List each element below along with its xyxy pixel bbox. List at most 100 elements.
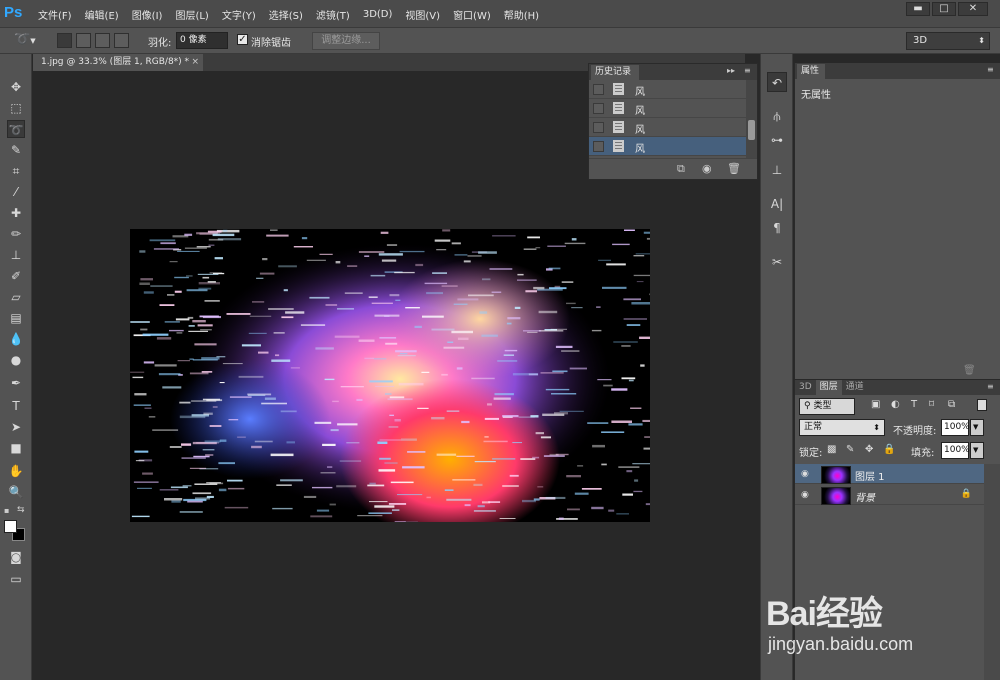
fill-input[interactable]: 100%	[941, 442, 970, 459]
dodge-tool-icon[interactable]: ●	[7, 351, 25, 369]
fill-dropdown[interactable]: ▼	[970, 442, 984, 459]
filter-toggle-switch[interactable]	[977, 399, 987, 411]
move-tool-icon[interactable]: ✥	[7, 78, 25, 96]
character-icon[interactable]: A|	[767, 194, 787, 214]
history-item[interactable]: 风	[589, 80, 746, 99]
maximize-button[interactable]: □	[932, 2, 956, 16]
brush-tool-icon[interactable]: ✏	[7, 225, 25, 243]
tab-3d[interactable]: 3D	[795, 380, 816, 395]
panel-menu-icon[interactable]: ≡	[987, 65, 994, 74]
visibility-eye-icon[interactable]: ◉	[801, 490, 809, 500]
gradient-tool-icon[interactable]: ▤	[7, 309, 25, 327]
tab-layers[interactable]: 图层	[815, 380, 842, 395]
history-item-current[interactable]: 风	[589, 137, 746, 156]
lasso-preset-picker[interactable]: ➰▼	[14, 30, 48, 50]
brush-preset-icon[interactable]: ⫛	[767, 106, 787, 126]
new-selection-mode-button[interactable]	[57, 33, 72, 48]
filter-adjustment-icon[interactable]: ◐	[891, 399, 900, 410]
clone-stamp-tool-icon[interactable]: ⊥	[7, 246, 25, 264]
blur-tool-icon[interactable]: 💧	[7, 330, 25, 348]
close-icon[interactable]: ×	[191, 54, 199, 71]
eyedropper-tool-icon[interactable]: ⁄	[7, 183, 25, 201]
screen-mode-icon[interactable]: ▭	[7, 570, 25, 588]
menu-3d[interactable]: 3D(D)	[363, 9, 393, 20]
history-snapshot-checkbox[interactable]	[593, 141, 604, 152]
visibility-eye-icon[interactable]: ◉	[801, 469, 809, 479]
close-button[interactable]: ✕	[958, 2, 988, 16]
document-tab[interactable]: 1.jpg @ 33.3% (图层 1, RGB/8*) * ×	[33, 54, 203, 71]
menu-select[interactable]: 选择(S)	[269, 7, 303, 22]
panel-menu-icon[interactable]: ≡	[744, 66, 751, 75]
history-panel-icon[interactable]: ↶	[767, 72, 787, 92]
history-scrollbar[interactable]	[746, 80, 757, 158]
refine-edge-button[interactable]: 调整边缘...	[312, 32, 380, 50]
eraser-tool-icon[interactable]: ▱	[7, 288, 25, 306]
filter-type-icon[interactable]: T	[911, 399, 917, 410]
lasso-tool-icon[interactable]: ➰	[7, 120, 25, 138]
path-select-tool-icon[interactable]: ➤	[7, 418, 25, 436]
history-snapshot-checkbox[interactable]	[593, 84, 604, 95]
add-to-selection-button[interactable]	[76, 33, 91, 48]
hand-tool-icon[interactable]: ✋	[7, 462, 25, 480]
layers-scrollbar[interactable]	[984, 464, 1000, 680]
panel-collapse-icon[interactable]: ▸▸	[727, 66, 735, 75]
history-item[interactable]: 风	[589, 99, 746, 118]
paragraph-icon[interactable]: ¶	[767, 218, 787, 238]
document-image[interactable]	[130, 229, 650, 522]
marquee-tool-icon[interactable]: ⬚	[7, 99, 25, 117]
scrollbar-thumb[interactable]	[748, 120, 755, 140]
new-document-from-state-icon[interactable]: ⧉	[677, 162, 685, 176]
filter-smart-object-icon[interactable]: ⧉	[948, 399, 955, 410]
layer-filter-kind-select[interactable]: ⚲ 类型	[799, 398, 855, 415]
lock-all-icon[interactable]: 🔒	[883, 444, 895, 455]
intersect-selection-button[interactable]	[114, 33, 129, 48]
menu-filter[interactable]: 滤镜(T)	[316, 7, 350, 22]
menu-layer[interactable]: 图层(L)	[175, 7, 208, 22]
layer-row[interactable]: ◉ 图层 1	[795, 464, 984, 484]
lock-image-icon[interactable]: ✎	[846, 444, 854, 455]
history-brush-tool-icon[interactable]: ✐	[7, 267, 25, 285]
menu-window[interactable]: 窗口(W)	[453, 7, 491, 22]
tool-presets-icon[interactable]: ✂	[767, 252, 787, 272]
camera-icon[interactable]: ◉	[702, 162, 712, 175]
lock-transparent-icon[interactable]: ▩	[827, 444, 836, 455]
lock-position-icon[interactable]: ✥	[865, 444, 873, 455]
foreground-color-swatch[interactable]	[4, 520, 17, 533]
shape-tool-icon[interactable]: ■	[7, 439, 25, 457]
feather-input[interactable]: 0 像素	[176, 32, 228, 49]
blend-mode-select[interactable]: 正常 ⬍	[799, 419, 885, 436]
properties-tab[interactable]: 属性	[797, 64, 825, 79]
crop-tool-icon[interactable]: ⌗	[7, 162, 25, 180]
quick-mask-icon[interactable]: ◙	[7, 548, 25, 566]
type-tool-icon[interactable]: T	[7, 397, 25, 415]
menu-edit[interactable]: 编辑(E)	[85, 7, 119, 22]
opacity-dropdown[interactable]: ▼	[970, 419, 984, 436]
trash-icon[interactable]: 🗑	[727, 162, 741, 175]
tab-channels[interactable]: 通道	[842, 380, 868, 395]
history-tab[interactable]: 历史记录	[591, 65, 639, 80]
panel-menu-icon[interactable]: ≡	[987, 382, 994, 391]
zoom-tool-icon[interactable]: 🔍	[7, 483, 25, 501]
filter-shape-icon[interactable]: ⌑	[929, 399, 934, 410]
antialias-checkbox[interactable]: ✓	[237, 34, 248, 45]
clone-source-icon[interactable]: ⊥	[767, 160, 787, 180]
trash-icon[interactable]: 🗑	[963, 365, 976, 376]
menu-image[interactable]: 图像(I)	[132, 7, 163, 22]
history-snapshot-checkbox[interactable]	[593, 122, 604, 133]
healing-brush-tool-icon[interactable]: ✚	[7, 204, 25, 222]
filter-pixel-icon[interactable]: ▣	[871, 399, 880, 410]
opacity-input[interactable]: 100%	[941, 419, 970, 436]
history-item[interactable]: 风	[589, 118, 746, 137]
default-colors-icon[interactable]: ▪	[4, 506, 14, 516]
menu-file[interactable]: 文件(F)	[38, 7, 72, 22]
layer-row[interactable]: ◉ 背景 🔒	[795, 485, 984, 505]
history-snapshot-checkbox[interactable]	[593, 103, 604, 114]
quick-select-tool-icon[interactable]: ✎	[7, 141, 25, 159]
menu-type[interactable]: 文字(Y)	[222, 7, 256, 22]
pen-tool-icon[interactable]: ✒	[7, 374, 25, 392]
swap-colors-icon[interactable]: ⇆	[17, 505, 27, 515]
minimize-button[interactable]: ▬	[906, 2, 930, 16]
menu-view[interactable]: 视图(V)	[405, 7, 440, 22]
adjustments-icon[interactable]: ⊶	[767, 130, 787, 150]
menu-help[interactable]: 帮助(H)	[504, 7, 539, 22]
